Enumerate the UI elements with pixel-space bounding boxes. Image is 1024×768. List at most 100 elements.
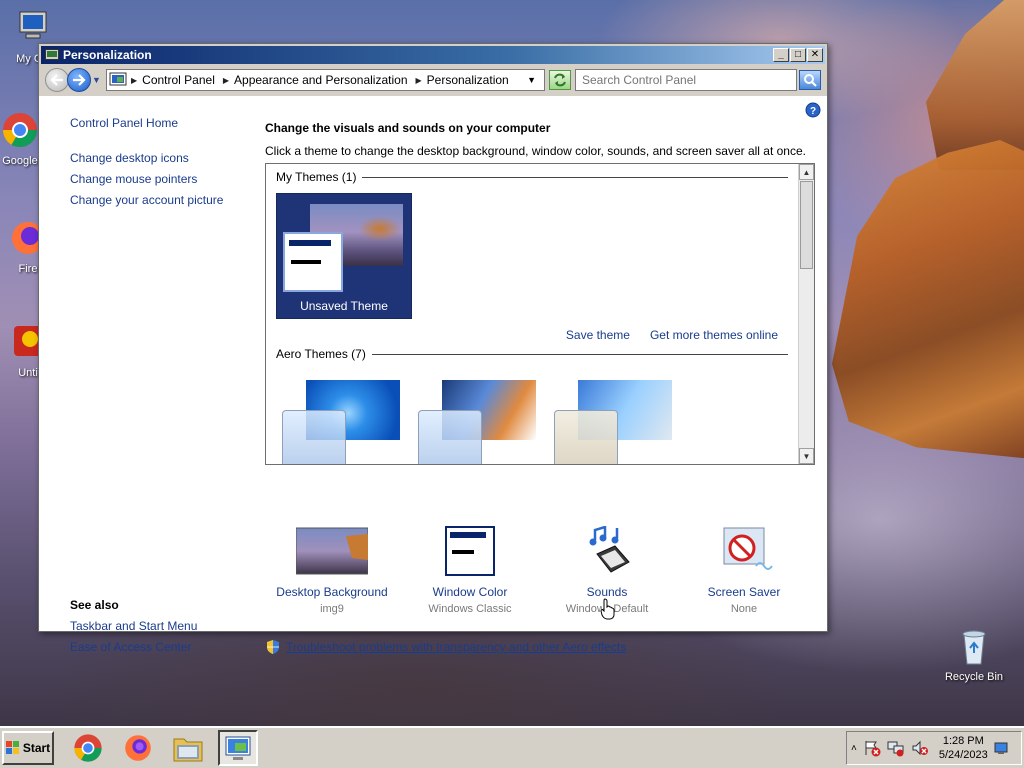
aero-theme-architecture[interactable]	[414, 374, 538, 464]
breadcrumb-label: Personalization	[426, 73, 509, 87]
search-input[interactable]	[582, 73, 796, 87]
action-center-flag-icon[interactable]	[863, 739, 881, 757]
address-history-chevron-down-icon[interactable]: ▼	[527, 75, 536, 85]
system-tray: ˄ 1:28 PM 5/24/2023	[846, 731, 1022, 765]
minimize-button[interactable]: _	[773, 48, 789, 62]
setting-title: Sounds	[586, 585, 628, 599]
refresh-button[interactable]	[549, 70, 571, 90]
troubleshoot-row: Troubleshoot problems with transparency …	[265, 639, 626, 655]
control-panel-home-link[interactable]: Control Panel Home	[70, 116, 178, 130]
group-label: My Themes (1)	[276, 170, 357, 184]
breadcrumb[interactable]: ▶ Control Panel ▶ Appearance and Persona…	[106, 69, 545, 91]
search-button[interactable]	[799, 70, 821, 90]
window-title: Personalization	[63, 48, 152, 62]
theme-preview-glass	[282, 410, 346, 464]
arrow-left-icon	[50, 74, 63, 86]
desktop-icon-label: Recycle Bin	[944, 671, 1004, 683]
clock-time: 1:28 PM	[942, 735, 984, 747]
change-account-picture-link[interactable]: Change your account picture	[70, 193, 223, 207]
breadcrumb-personalization[interactable]: ▶ Personalization	[416, 73, 509, 87]
theme-list: My Themes (1) Unsaved Theme Save theme G…	[265, 163, 815, 465]
change-desktop-icons-link[interactable]: Change desktop icons	[70, 151, 189, 165]
close-button[interactable]: ✕	[807, 48, 823, 62]
chevron-right-icon: ▶	[415, 75, 422, 85]
taskbar-file-explorer[interactable]	[168, 730, 208, 766]
maximize-button[interactable]: □	[790, 48, 806, 62]
address-bar: ▼ ▶ Control Panel ▶ Appearance and Perso…	[39, 64, 827, 96]
window-color-setting[interactable]: Window Color Windows Classic	[405, 526, 535, 615]
setting-title: Desktop Background	[276, 585, 388, 599]
taskbar-and-start-menu-link[interactable]: Taskbar and Start Menu	[70, 619, 197, 633]
forward-button[interactable]	[67, 68, 91, 92]
network-icon[interactable]	[887, 739, 905, 757]
scrollbar-thumb[interactable]	[800, 181, 813, 269]
scroll-up-button[interactable]: ▲	[799, 164, 814, 180]
taskbar-chrome[interactable]	[68, 730, 108, 766]
arrow-right-icon	[73, 74, 86, 86]
theme-settings: Desktop Background img9 Window Color Win…	[265, 525, 815, 636]
taskbar-personalization[interactable]	[218, 730, 258, 766]
desktop-background-setting[interactable]: Desktop Background img9	[267, 526, 397, 615]
theme-tile-label: Unsaved Theme	[300, 299, 388, 313]
aero-theme-windows-7[interactable]	[278, 374, 402, 464]
sounds-icon	[589, 525, 630, 573]
control-panel-icon	[109, 72, 127, 86]
theme-tile-unsaved[interactable]: Unsaved Theme	[276, 193, 412, 319]
content-area: ? Control Panel Home Change desktop icon…	[41, 96, 825, 654]
chrome-icon	[74, 734, 102, 762]
show-hidden-icons-chevron-up-icon[interactable]: ˄	[851, 743, 857, 754]
start-button[interactable]: Start	[2, 731, 54, 765]
window-color-icon	[445, 526, 495, 576]
ease-of-access-center-link[interactable]: Ease of Access Center	[70, 640, 191, 654]
title-bar[interactable]: Personalization _ □ ✕	[39, 44, 827, 64]
personalization-window: Personalization _ □ ✕ ▼ ▶ Control Panel …	[38, 43, 828, 654]
computer-icon	[19, 11, 47, 39]
setting-title: Window Color	[432, 585, 508, 599]
chevron-right-icon: ▶	[131, 75, 138, 85]
breadcrumb-label: Control Panel	[142, 73, 215, 87]
hand-pointer-cursor-icon	[600, 598, 615, 620]
see-also-heading: See also	[70, 598, 119, 612]
system-clock[interactable]: 1:28 PM 5/24/2023	[939, 734, 988, 762]
theme-actions: Save theme Get more themes online	[566, 328, 778, 342]
save-theme-link[interactable]: Save theme	[566, 328, 630, 342]
setting-value: Windows Classic	[428, 603, 512, 615]
scroll-down-button[interactable]: ▼	[799, 448, 814, 464]
get-more-themes-link[interactable]: Get more themes online	[650, 328, 778, 342]
volume-muted-icon[interactable]	[911, 739, 929, 757]
setting-value: img9	[320, 603, 344, 615]
chevron-right-icon: ▶	[222, 75, 230, 85]
desktop-background-icon	[295, 527, 369, 575]
start-label: Start	[22, 741, 51, 755]
divider	[371, 353, 788, 355]
divider	[362, 176, 788, 178]
personalization-app-icon	[45, 49, 59, 60]
page-title: Change the visuals and sounds on your co…	[265, 121, 551, 135]
shield-icon	[267, 640, 279, 654]
control-panel-icon	[225, 736, 251, 760]
chrome-icon	[3, 113, 37, 147]
taskbar: Start ˄ 1:28 PM 5/24/2023	[0, 726, 1024, 768]
show-desktop-icon[interactable]	[994, 741, 1008, 755]
windows-logo-icon	[5, 741, 19, 754]
page-description: Click a theme to change the desktop back…	[265, 144, 806, 158]
desktop-icon-recycle-bin[interactable]: Recycle Bin	[944, 626, 1004, 683]
theme-preview-glass	[418, 410, 482, 464]
refresh-icon	[554, 73, 566, 87]
taskbar-firefox[interactable]	[118, 730, 158, 766]
screen-saver-setting[interactable]: Screen Saver None	[679, 526, 809, 615]
recycle-bin-icon	[962, 630, 986, 665]
back-button[interactable]	[45, 68, 69, 92]
aero-theme-characters[interactable]	[550, 374, 674, 464]
my-themes-group-header: My Themes (1)	[276, 170, 788, 184]
troubleshoot-aero-link[interactable]: Troubleshoot problems with transparency …	[286, 640, 626, 654]
setting-title: Screen Saver	[707, 585, 781, 599]
theme-list-scrollbar[interactable]: ▲ ▼	[798, 164, 814, 464]
firefox-icon	[125, 735, 151, 761]
clock-date: 5/24/2023	[938, 749, 988, 761]
screen-saver-icon	[723, 527, 773, 570]
breadcrumb-appearance-and-personalization[interactable]: ▶ Appearance and Personalization	[223, 73, 408, 87]
recent-pages-chevron-down-icon[interactable]: ▼	[92, 75, 102, 85]
breadcrumb-control-panel[interactable]: ▶ Control Panel	[131, 73, 215, 87]
change-mouse-pointers-link[interactable]: Change mouse pointers	[70, 172, 197, 186]
